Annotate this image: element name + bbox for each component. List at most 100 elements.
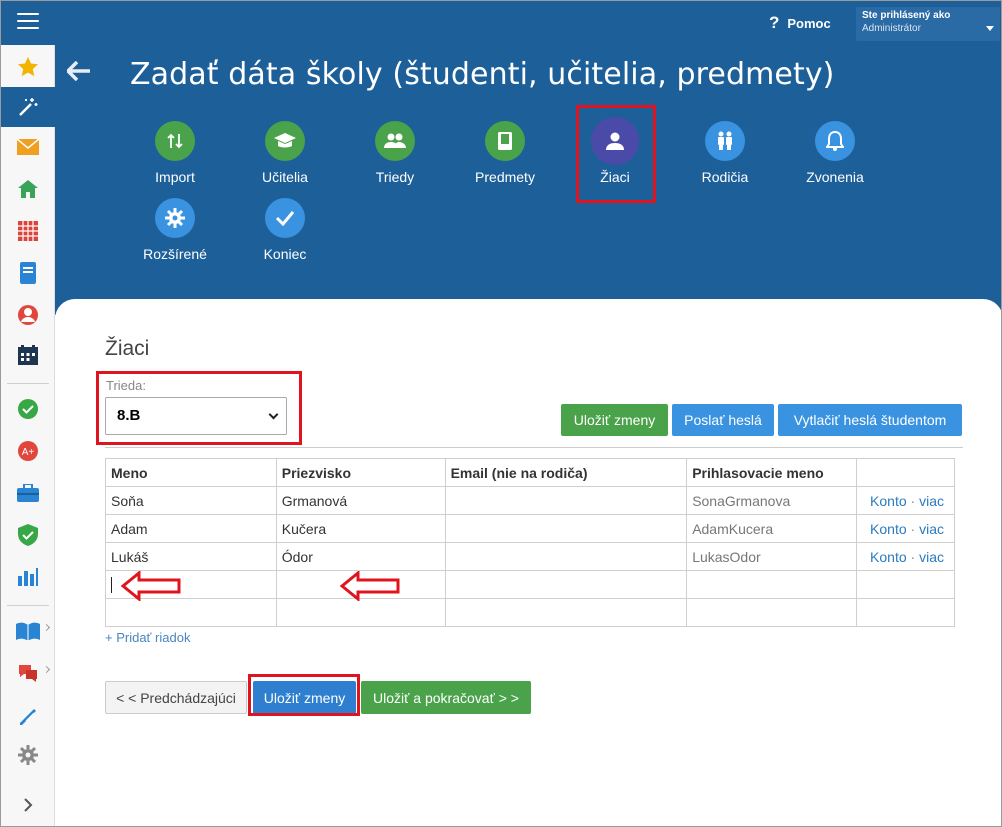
email-cell[interactable] — [444, 486, 688, 515]
more-link[interactable]: viac — [919, 521, 944, 537]
link-separator: · — [910, 520, 916, 537]
step-zvonenia[interactable]: Zvonenia — [780, 121, 890, 185]
account-link[interactable]: Konto — [870, 493, 907, 509]
col-header-first-name: Meno — [105, 458, 277, 487]
person-icon[interactable] — [1, 295, 55, 335]
schedule-icon[interactable] — [1, 335, 55, 375]
login-cell: AdamKucera — [686, 514, 858, 543]
calendar-grid-icon[interactable] — [1, 211, 55, 251]
students-table: Meno Priezvisko Email (nie na rodiča) Pr… — [105, 458, 955, 627]
help-link[interactable]: ? Pomoc — [769, 13, 831, 33]
question-icon: ? — [769, 13, 780, 32]
check-circle-icon[interactable] — [1, 389, 55, 429]
mail-icon[interactable] — [1, 127, 55, 167]
first-name-cell[interactable]: Lukáš — [105, 542, 277, 571]
actions-cell-empty — [856, 598, 955, 627]
bell-icon — [815, 121, 855, 161]
bar-chart-icon[interactable] — [1, 557, 55, 597]
sidebar-divider — [7, 605, 49, 606]
check-icon — [265, 198, 305, 238]
book-icon — [485, 121, 525, 161]
account-link[interactable]: Konto — [870, 549, 907, 565]
last-name-cell[interactable]: Kučera — [275, 514, 446, 543]
email-cell[interactable] — [444, 514, 688, 543]
email-input[interactable] — [444, 570, 688, 599]
actions-cell: Konto · viac — [856, 486, 955, 515]
grade-icon[interactable]: A+ — [1, 431, 55, 471]
login-cell: LukasOdor — [686, 542, 858, 571]
open-book-icon[interactable] — [1, 611, 55, 651]
more-link[interactable]: viac — [919, 493, 944, 509]
step-import[interactable]: Import — [120, 121, 230, 185]
step-rozsirene[interactable]: Rozšírené — [120, 198, 230, 262]
last-name-input[interactable] — [275, 598, 446, 627]
login-caption: Ste prihlásený ako — [862, 10, 951, 21]
last-name-cell[interactable]: Ódor — [275, 542, 446, 571]
briefcase-icon[interactable] — [1, 473, 55, 513]
print-passwords-button[interactable]: Vytlačiť heslá študentom — [778, 404, 962, 436]
save-continue-button[interactable]: Uložiť a pokračovať > > — [361, 681, 531, 714]
back-arrow-icon[interactable] — [65, 60, 91, 86]
parents-icon — [705, 121, 745, 161]
menu-icon[interactable] — [17, 13, 39, 31]
login-cell: SonaGrmanova — [686, 486, 858, 515]
divider — [105, 447, 963, 448]
step-rodicia[interactable]: Rodičia — [670, 121, 780, 185]
more-link[interactable]: viac — [919, 549, 944, 565]
actions-cell: Konto · viac — [856, 542, 955, 571]
notebook-icon[interactable] — [1, 253, 55, 293]
step-koniec[interactable]: Koniec — [230, 198, 340, 262]
step-predmety[interactable]: Predmety — [450, 121, 560, 185]
step-label: Triedy — [375, 169, 415, 185]
step-label: Učitelia — [262, 169, 308, 185]
expand-icon[interactable] — [1, 785, 55, 825]
col-header-last-name: Priezvisko — [275, 458, 446, 487]
table-row-empty — [105, 598, 955, 627]
step-triedy[interactable]: Triedy — [340, 121, 450, 185]
last-name-cell[interactable]: Grmanová — [275, 486, 446, 515]
chat-icon[interactable] — [1, 653, 55, 693]
step-label: Rozšírené — [143, 246, 207, 262]
save-button-top[interactable]: Uložiť zmeny — [561, 404, 668, 436]
people-icon — [375, 121, 415, 161]
table-row-empty — [105, 570, 955, 599]
sidebar-divider — [7, 383, 49, 384]
chevron-right-icon — [42, 665, 51, 674]
annotation-arrow-left-icon — [340, 571, 400, 601]
previous-button[interactable]: < < Predchádzajúci — [105, 681, 247, 714]
highlight-class-select — [96, 371, 302, 445]
first-name-cell[interactable]: Adam — [105, 514, 277, 543]
table-row: Soňa Grmanová SonaGrmanova Konto · viac — [105, 486, 955, 515]
home-icon[interactable] — [1, 169, 55, 209]
account-link[interactable]: Konto — [870, 521, 907, 537]
star-icon[interactable] — [1, 47, 55, 87]
step-ucitelia[interactable]: Učitelia — [230, 121, 340, 185]
step-label: Rodičia — [701, 169, 749, 185]
first-name-input[interactable] — [105, 598, 277, 627]
settings-icon[interactable] — [1, 735, 55, 775]
add-row-link[interactable]: + Pridať riadok — [105, 630, 190, 645]
send-passwords-button[interactable]: Poslať heslá — [672, 404, 774, 436]
email-cell[interactable] — [444, 542, 688, 571]
sidebar: A+ — [1, 45, 55, 826]
email-input[interactable] — [444, 598, 688, 627]
sort-arrows-icon — [155, 121, 195, 161]
step-label: Import — [155, 169, 195, 185]
step-label: Zvonenia — [806, 169, 864, 185]
gear-icon — [155, 198, 195, 238]
actions-cell: Konto · viac — [856, 514, 955, 543]
shield-check-icon[interactable] — [1, 515, 55, 555]
highlight-save-button — [248, 674, 360, 716]
chevron-down-icon — [986, 26, 994, 31]
magic-wand-icon[interactable] — [1, 87, 55, 127]
pen-icon[interactable] — [1, 695, 55, 735]
col-header-email: Email (nie na rodiča) — [444, 458, 688, 487]
step-label: Predmety — [475, 169, 535, 185]
page-title: Zadať dáta školy (študenti, učitelia, pr… — [130, 57, 835, 92]
user-dropdown[interactable]: Ste prihlásený ako Administrátor — [856, 7, 1000, 41]
text-cursor — [111, 577, 112, 594]
table-header-row: Meno Priezvisko Email (nie na rodiča) Pr… — [105, 458, 955, 487]
svg-text:A+: A+ — [22, 447, 35, 458]
table-row: Lukáš Ódor LukasOdor Konto · viac — [105, 542, 955, 571]
first-name-cell[interactable]: Soňa — [105, 486, 277, 515]
